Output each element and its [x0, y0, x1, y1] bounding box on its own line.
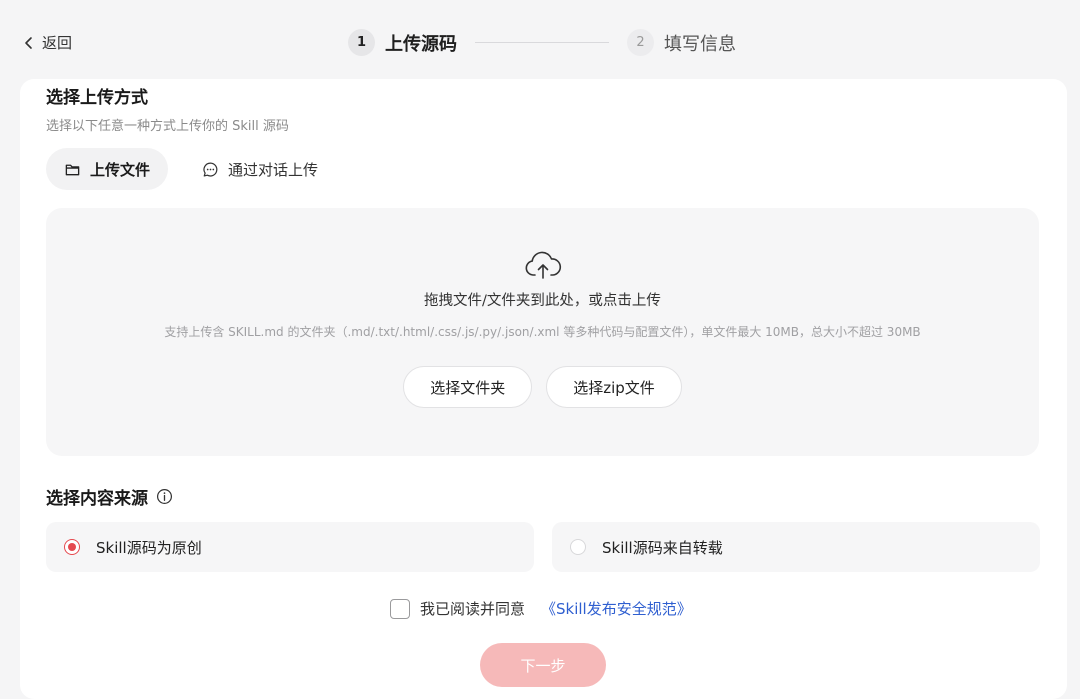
tab-upload-file[interactable]: 上传文件 [46, 148, 169, 190]
cloud-upload-icon [525, 251, 562, 279]
chevron-left-icon [25, 36, 32, 49]
tab-upload-via-chat[interactable]: 通过对话上传 [184, 148, 336, 190]
radio-label: Skill源码为原创 [96, 538, 202, 557]
upload-method-tabs: 上传文件 通过对话上传 [46, 148, 336, 190]
upload-method-title: 选择上传方式 [46, 88, 148, 108]
step-number: 1 [348, 29, 375, 56]
radio-label: Skill源码来自转载 [602, 538, 723, 557]
dropzone-main-text: 拖拽文件/文件夹到此处，或点击上传 [424, 293, 661, 309]
tab-label: 上传文件 [90, 160, 151, 179]
step-fill-info: 2 填写信息 [627, 29, 736, 56]
content-source-heading: 选择内容来源 [46, 484, 173, 509]
content-source-options: Skill源码为原创 Skill源码来自转载 [46, 522, 1040, 572]
source-original-option[interactable]: Skill源码为原创 [46, 522, 534, 572]
select-folder-button[interactable]: 选择文件夹 [403, 366, 533, 408]
tab-label: 通过对话上传 [228, 160, 319, 179]
step-label: 填写信息 [664, 33, 736, 55]
folder-icon [65, 164, 80, 175]
step-upload-source: 1 上传源码 [348, 29, 457, 56]
agreement-row: 我已阅读并同意 《Skill发布安全规范》 [390, 598, 692, 619]
stepper: 1 上传源码 2 填写信息 [348, 29, 736, 56]
file-dropzone[interactable]: 拖拽文件/文件夹到此处，或点击上传 支持上传含 SKILL.md 的文件夹（.m… [46, 208, 1039, 456]
security-policy-link[interactable]: 《Skill发布安全规范》 [541, 598, 692, 619]
agreement-text: 我已阅读并同意 [420, 600, 526, 618]
agreement-checkbox[interactable] [390, 598, 410, 619]
next-step-button[interactable]: 下一步 [480, 643, 606, 687]
step-connector [475, 42, 609, 43]
info-icon[interactable] [156, 488, 173, 505]
back-button[interactable]: 返回 [22, 32, 72, 53]
radio-button[interactable] [570, 539, 586, 555]
dropzone-hint-text: 支持上传含 SKILL.md 的文件夹（.md/.txt/.html/.css/… [164, 325, 921, 339]
content-source-title: 选择内容来源 [46, 489, 148, 509]
source-reposted-option[interactable]: Skill源码来自转载 [552, 522, 1040, 572]
dropzone-buttons: 选择文件夹 选择zip文件 [46, 366, 1039, 408]
chat-bubble-icon [203, 161, 218, 177]
back-label: 返回 [42, 34, 73, 52]
upload-method-subtitle: 选择以下任意一种方式上传你的 Skill 源码 [46, 119, 289, 134]
radio-button-checked[interactable] [64, 539, 80, 555]
step-number: 2 [627, 29, 654, 56]
step-label: 上传源码 [385, 33, 457, 55]
top-bar: 返回 1 上传源码 2 填写信息 [0, 0, 1080, 80]
select-zip-button[interactable]: 选择zip文件 [546, 366, 682, 408]
